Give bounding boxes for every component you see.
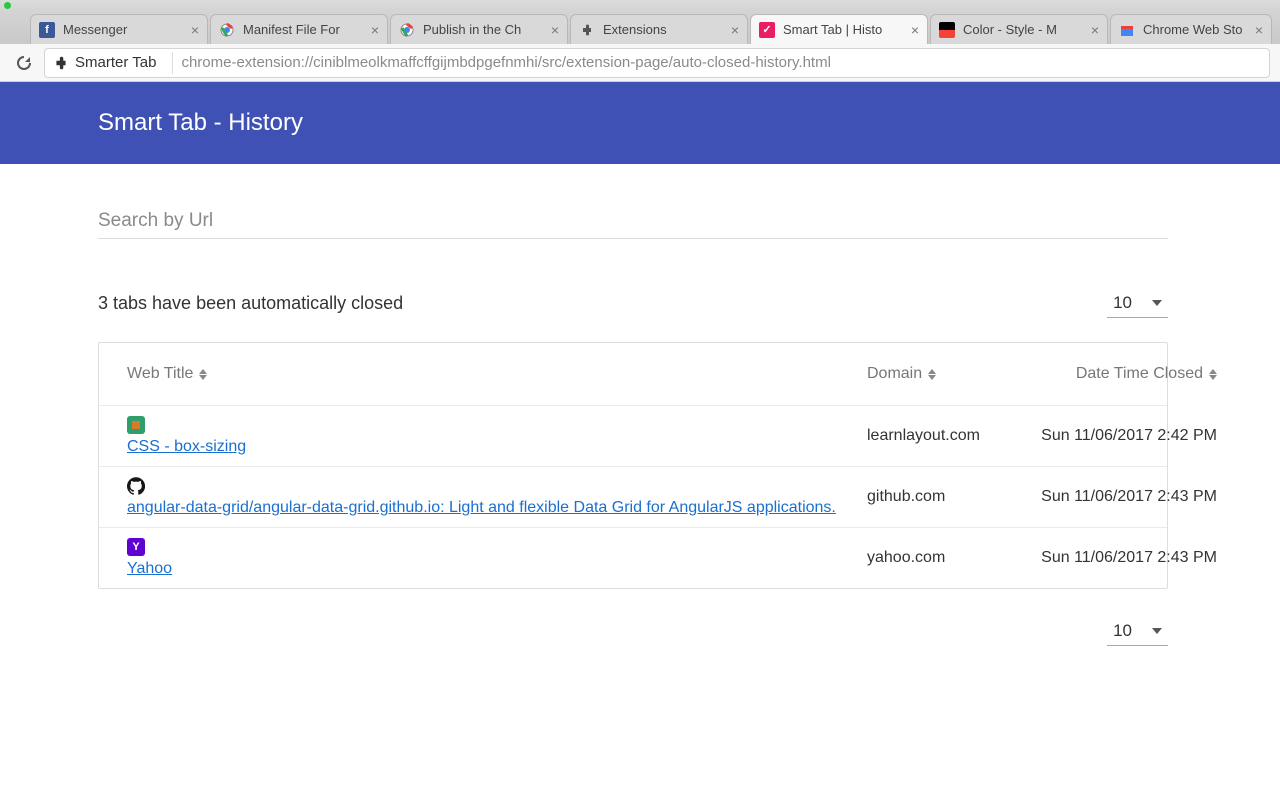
tab-label: Extensions	[603, 22, 727, 37]
tab-manifest[interactable]: Manifest File For ×	[210, 14, 388, 44]
tab-publish[interactable]: Publish in the Ch ×	[390, 14, 568, 44]
extension-name: Smarter Tab	[75, 54, 156, 71]
cell-domain: learnlayout.com	[867, 427, 1017, 445]
column-label: Domain	[867, 365, 922, 383]
search-input[interactable]	[98, 204, 1168, 238]
cell-web-title: angular-data-grid/angular-data-grid.gith…	[127, 477, 867, 517]
chrome-icon	[399, 22, 415, 38]
extension-icon	[53, 55, 69, 71]
tab-chrome-web-store[interactable]: Chrome Web Sto ×	[1110, 14, 1272, 44]
site-favicon-icon	[127, 416, 145, 434]
status-text: 3 tabs have been automatically closed	[98, 293, 403, 314]
search-row	[98, 204, 1168, 239]
cell-domain: github.com	[867, 488, 1017, 506]
page-title: Smart Tab - History	[98, 109, 303, 137]
cell-web-title: CSS - box-sizing	[127, 416, 867, 456]
table-row: angular-data-grid/angular-data-grid.gith…	[99, 466, 1167, 527]
address-bar: Smarter Tab chrome-extension://ciniblmeo…	[0, 44, 1280, 82]
history-link[interactable]: CSS - box-sizing	[127, 438, 847, 456]
cell-domain: yahoo.com	[867, 549, 1017, 567]
smart-tab-icon: ✓	[759, 22, 775, 38]
column-label: Date Time Closed	[1076, 365, 1203, 383]
column-header-domain[interactable]: Domain	[867, 365, 1017, 383]
page-size-value: 10	[1113, 621, 1132, 641]
omnibox[interactable]: Smarter Tab chrome-extension://ciniblmeo…	[44, 48, 1270, 78]
color-icon	[939, 22, 955, 38]
history-link[interactable]: angular-data-grid/angular-data-grid.gith…	[127, 499, 847, 517]
extension-icon	[579, 22, 595, 38]
close-icon[interactable]: ×	[731, 22, 739, 38]
tab-messenger[interactable]: f Messenger ×	[30, 14, 208, 44]
sort-icon	[1209, 369, 1217, 380]
page-size-value: 10	[1113, 293, 1132, 313]
column-header-web-title[interactable]: Web Title	[127, 365, 867, 383]
sort-icon	[928, 369, 936, 380]
chrome-icon	[219, 22, 235, 38]
column-header-date-closed[interactable]: Date Time Closed	[1017, 365, 1217, 383]
tab-smart-tab-history[interactable]: ✓ Smart Tab | Histo ×	[750, 14, 928, 44]
chrome-web-store-icon	[1119, 22, 1135, 38]
cell-web-title: Y Yahoo	[127, 538, 867, 578]
chevron-down-icon	[1152, 300, 1162, 306]
bottom-row: 10	[98, 617, 1168, 646]
tab-extensions[interactable]: Extensions ×	[570, 14, 748, 44]
tab-label: Smart Tab | Histo	[783, 22, 907, 37]
tab-label: Color - Style - M	[963, 22, 1087, 37]
maximize-button[interactable]	[4, 2, 11, 9]
url-text: chrome-extension://ciniblmeolkmaffcffgij…	[181, 54, 830, 71]
close-icon[interactable]: ×	[191, 22, 199, 38]
tab-strip: f Messenger × Manifest File For × Publis…	[0, 10, 1280, 44]
sort-icon	[199, 369, 207, 380]
yahoo-icon: Y	[127, 538, 145, 556]
close-icon[interactable]: ×	[371, 22, 379, 38]
status-row: 3 tabs have been automatically closed 10	[98, 289, 1168, 318]
cell-date-closed: Sun 11/06/2017 2:42 PM	[1017, 427, 1217, 445]
page-header: Smart Tab - History	[0, 82, 1280, 164]
table-row: Y Yahoo yahoo.com Sun 11/06/2017 2:43 PM	[99, 527, 1167, 588]
cell-date-closed: Sun 11/06/2017 2:43 PM	[1017, 549, 1217, 567]
github-icon	[127, 477, 145, 495]
chevron-down-icon	[1152, 628, 1162, 634]
content: 3 tabs have been automatically closed 10…	[0, 164, 1228, 646]
tab-label: Chrome Web Sto	[1143, 22, 1251, 37]
tab-label: Manifest File For	[243, 22, 367, 37]
cell-date-closed: Sun 11/06/2017 2:43 PM	[1017, 488, 1217, 506]
table-header: Web Title Domain Date Time Closed	[99, 343, 1167, 405]
page-size-select-bottom[interactable]: 10	[1107, 617, 1168, 646]
table-row: CSS - box-sizing learnlayout.com Sun 11/…	[99, 405, 1167, 466]
close-icon[interactable]: ×	[551, 22, 559, 38]
history-table: Web Title Domain Date Time Closed CSS - …	[98, 342, 1168, 589]
tab-label: Publish in the Ch	[423, 22, 547, 37]
tab-color-style[interactable]: Color - Style - M ×	[930, 14, 1108, 44]
facebook-icon: f	[39, 22, 55, 38]
page-size-select-top[interactable]: 10	[1107, 289, 1168, 318]
browser-chrome: f Messenger × Manifest File For × Publis…	[0, 0, 1280, 82]
close-icon[interactable]: ×	[911, 22, 919, 38]
reload-button[interactable]	[10, 49, 38, 77]
divider	[172, 52, 173, 74]
close-icon[interactable]: ×	[1255, 22, 1263, 38]
window-controls	[0, 0, 1280, 10]
close-icon[interactable]: ×	[1091, 22, 1099, 38]
tab-label: Messenger	[63, 22, 187, 37]
history-link[interactable]: Yahoo	[127, 560, 847, 578]
column-label: Web Title	[127, 365, 193, 383]
